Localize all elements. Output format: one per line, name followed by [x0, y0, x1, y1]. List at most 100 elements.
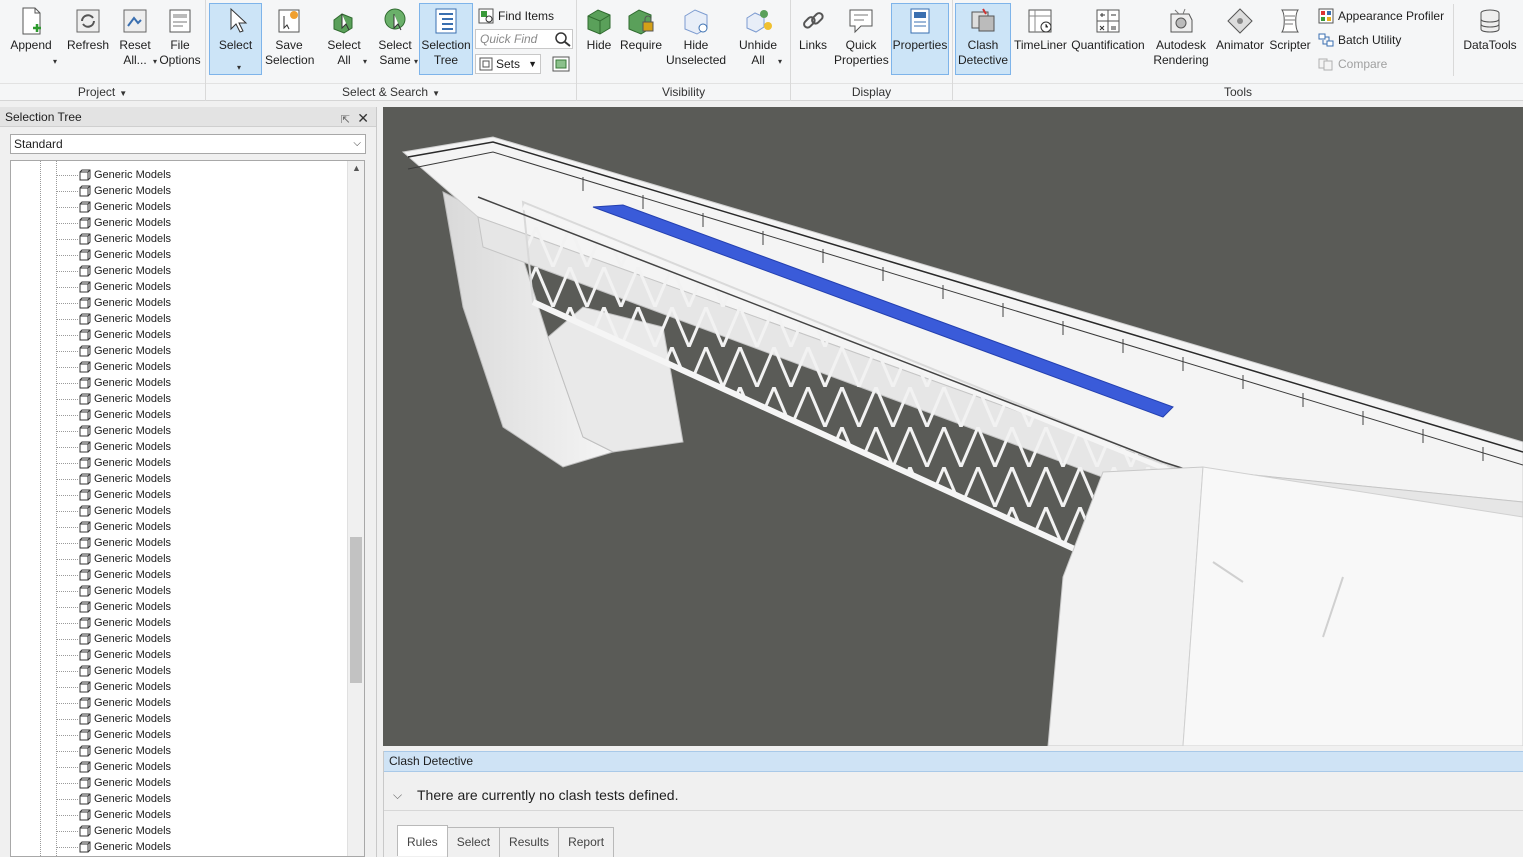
close-icon[interactable]: ✕	[357, 108, 369, 128]
tree-item[interactable]: Generic Models	[56, 167, 171, 183]
hide-button[interactable]: Hide	[579, 3, 619, 75]
tree-item[interactable]: Generic Models	[56, 327, 171, 343]
tree-item[interactable]: Generic Models	[56, 391, 171, 407]
tree-item[interactable]: Generic Models	[56, 279, 171, 295]
tree-item[interactable]: Generic Models	[56, 231, 171, 247]
selection-tree-button[interactable]: Selection Tree	[419, 3, 473, 75]
tree-item[interactable]: Generic Models	[56, 727, 171, 743]
chevron-down-icon[interactable]: ⌵	[393, 779, 402, 811]
3d-viewport[interactable]	[383, 107, 1523, 746]
tree-item[interactable]: Generic Models	[56, 663, 171, 679]
scroll-up-icon[interactable]: ▲	[348, 163, 364, 173]
tab-select[interactable]: Select	[446, 827, 501, 857]
tree-item[interactable]: Generic Models	[56, 375, 171, 391]
tree-item[interactable]: Generic Models	[56, 359, 171, 375]
quantification-button[interactable]: Quantification	[1069, 3, 1147, 75]
tree-item[interactable]: Generic Models	[56, 679, 171, 695]
tree-item[interactable]: Generic Models	[56, 775, 171, 791]
tree-item[interactable]: Generic Models	[56, 519, 171, 535]
select-search-group-label[interactable]: Select & Search ▼	[206, 83, 576, 99]
tree-item[interactable]: Generic Models	[56, 615, 171, 631]
batch-utility-button[interactable]: Batch Utility	[1318, 30, 1401, 50]
tree-item[interactable]: Generic Models	[56, 695, 171, 711]
tree-item[interactable]: Generic Models	[56, 295, 171, 311]
tree-mode-dropdown[interactable]: Standard ⌵	[10, 134, 366, 154]
append-button[interactable]: Append ▾	[6, 3, 57, 75]
tree-item-label: Generic Models	[94, 697, 172, 709]
tree-item[interactable]: Generic Models	[56, 551, 171, 567]
clash-detective-button[interactable]: Clash Detective	[955, 3, 1011, 75]
select-same-button[interactable]: Select Same ▾	[373, 3, 418, 75]
autodesk-rendering-button[interactable]: Autodesk Rendering	[1151, 3, 1211, 75]
tab-report[interactable]: Report	[558, 827, 615, 857]
tree-item-label: Generic Models	[94, 665, 172, 677]
timeliner-button[interactable]: TimeLiner	[1013, 3, 1067, 75]
project-group-label[interactable]: Project ▼	[0, 83, 205, 99]
manage-sets-icon[interactable]	[552, 55, 570, 73]
tree-item[interactable]: Generic Models	[56, 439, 171, 455]
quick-find-search-icon[interactable]	[554, 31, 572, 47]
tree-item[interactable]: Generic Models	[56, 247, 171, 263]
tree-item[interactable]: Generic Models	[56, 343, 171, 359]
tree-item[interactable]: Generic Models	[56, 503, 171, 519]
scripter-icon	[1281, 9, 1299, 33]
scripter-button[interactable]: Scripter	[1267, 3, 1313, 75]
tree-item[interactable]: Generic Models	[56, 487, 171, 503]
select-button[interactable]: Select ▾	[209, 3, 262, 75]
tree-item[interactable]: Generic Models	[56, 215, 171, 231]
save-selection-button[interactable]: Save Selection	[264, 3, 314, 75]
tree-item[interactable]: Generic Models	[56, 743, 171, 759]
file-options-button[interactable]: File Options	[157, 3, 203, 75]
tree-branch-line	[56, 558, 78, 560]
tree-scrollbar[interactable]: ▲	[347, 161, 364, 856]
tree-item-label: Generic Models	[94, 329, 172, 341]
tree-item[interactable]: Generic Models	[56, 711, 171, 727]
tree-item[interactable]: Generic Models	[56, 183, 171, 199]
reset-all-button[interactable]: Reset All... ▾	[114, 3, 157, 75]
refresh-button[interactable]: Refresh	[62, 3, 114, 75]
tree-item[interactable]: Generic Models	[56, 807, 171, 823]
tree-item[interactable]: Generic Models	[56, 199, 171, 215]
compare-button[interactable]: Compare	[1318, 54, 1387, 74]
require-button[interactable]: Require	[619, 3, 663, 75]
tab-rules[interactable]: Rules	[397, 825, 448, 856]
tree-item[interactable]: Generic Models	[56, 647, 171, 663]
tree-item[interactable]: Generic Models	[56, 583, 171, 599]
clash-tests-header[interactable]: ⌵ There are currently no clash tests def…	[384, 779, 1523, 811]
scrollbar-thumb[interactable]	[350, 537, 362, 683]
properties-button[interactable]: Properties	[891, 3, 949, 75]
unhide-all-button[interactable]: Unhide All ▾	[735, 3, 782, 75]
appearance-profiler-button[interactable]: Appearance Profiler	[1318, 6, 1444, 26]
appearance-profiler-icon	[1318, 8, 1334, 24]
tree-branch-line	[56, 494, 78, 496]
tree-item[interactable]: Generic Models	[56, 631, 171, 647]
tree-item[interactable]: Generic Models	[56, 263, 171, 279]
hide-unselected-button[interactable]: Hide Unselected	[665, 3, 727, 75]
tree-item[interactable]: Generic Models	[56, 839, 171, 855]
tree-item[interactable]: Generic Models	[56, 471, 171, 487]
tree-item[interactable]: Generic Models	[56, 759, 171, 775]
animator-button[interactable]: Animator	[1212, 3, 1268, 75]
tree-item[interactable]: Generic Models	[56, 311, 171, 327]
sets-dropdown[interactable]: Sets ▼	[475, 54, 541, 74]
tree-branch-line	[56, 846, 78, 848]
pin-icon[interactable]: ⇱	[341, 110, 350, 130]
tree-item[interactable]: Generic Models	[56, 599, 171, 615]
select-all-button[interactable]: Select All ▾	[322, 3, 367, 75]
tree-item[interactable]: Generic Models	[56, 407, 171, 423]
tree-item[interactable]: Generic Models	[56, 823, 171, 839]
tab-results[interactable]: Results	[499, 827, 560, 857]
datatools-button[interactable]: DataTools	[1458, 3, 1522, 75]
selection-tree[interactable]: Generic Models Generic Models Generic Mode…	[10, 160, 365, 857]
quick-properties-button[interactable]: Quick Properties	[833, 3, 889, 75]
tree-item[interactable]: Generic Models	[56, 423, 171, 439]
tree-item[interactable]: Generic Models	[56, 455, 171, 471]
group-icon	[79, 713, 91, 725]
tree-item-label: Generic Models	[94, 745, 172, 757]
tree-branch-line	[56, 382, 78, 384]
links-button[interactable]: Links	[795, 3, 831, 75]
tree-item[interactable]: Generic Models	[56, 535, 171, 551]
tree-item[interactable]: Generic Models	[56, 791, 171, 807]
find-items-button[interactable]: Find Items	[478, 6, 554, 26]
tree-item[interactable]: Generic Models	[56, 567, 171, 583]
